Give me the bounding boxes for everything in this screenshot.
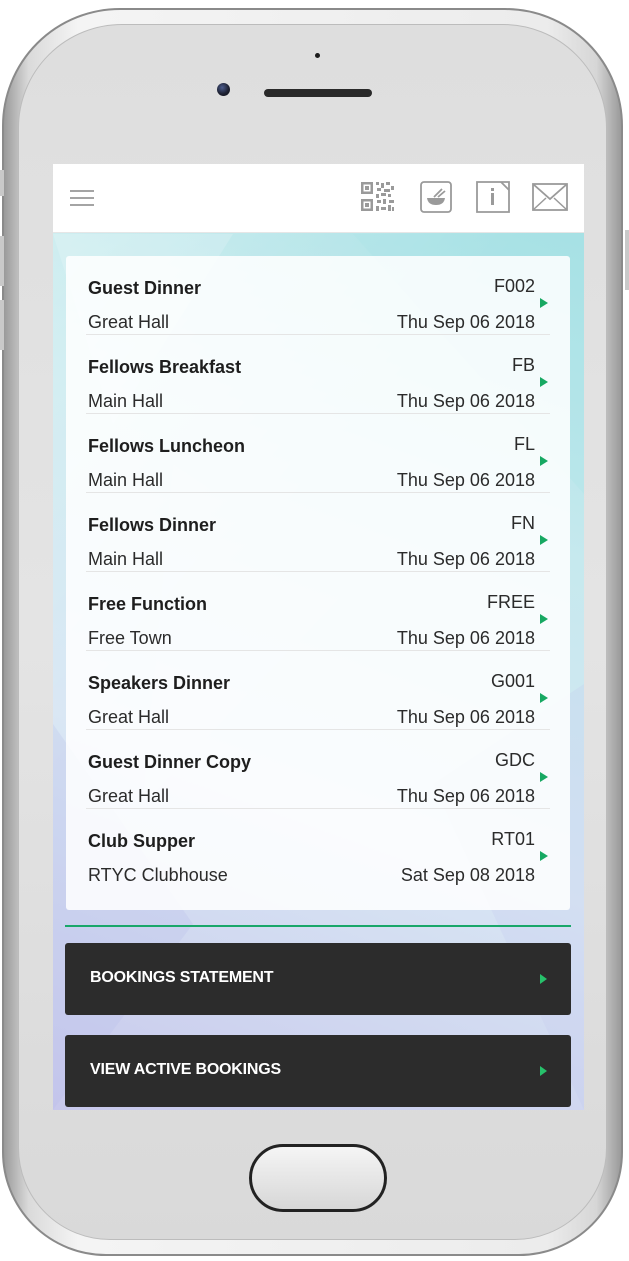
event-code: F002 [493, 276, 535, 296]
event-name: Club Supper [88, 831, 195, 851]
section-divider [65, 925, 571, 927]
qr-code-icon[interactable] [359, 180, 395, 214]
event-date: Thu Sep 06 2018 [396, 786, 535, 806]
phone-volume-down-button [0, 300, 4, 350]
event-name: Speakers Dinner [88, 673, 231, 693]
event-venue: Main Hall [88, 549, 164, 569]
event-name: Fellows Dinner [88, 515, 217, 535]
event-date: Sat Sep 08 2018 [400, 865, 535, 885]
chevron-right-icon [540, 851, 548, 861]
event-code: G001 [490, 671, 535, 691]
chevron-right-icon [540, 772, 548, 782]
event-code: FB [511, 355, 535, 375]
event-date: Thu Sep 06 2018 [396, 549, 535, 569]
event-name: Guest Dinner Copy [88, 752, 252, 772]
event-row-club-supper[interactable]: Club Supper RTYC Clubhouse RT01 Sat Sep … [66, 809, 570, 888]
phone-screen: Guest Dinner Great Hall F002 Thu Sep 06 … [53, 164, 584, 1110]
event-code: RT01 [491, 829, 535, 849]
hamburger-menu-icon[interactable] [70, 190, 94, 208]
proximity-sensor [315, 53, 320, 58]
mail-icon[interactable] [531, 180, 569, 214]
chevron-right-icon [540, 535, 548, 545]
event-venue: Great Hall [88, 786, 170, 806]
event-row-fellows-breakfast[interactable]: Fellows Breakfast Main Hall FB Thu Sep 0… [66, 335, 570, 414]
event-row-fellows-luncheon[interactable]: Fellows Luncheon Main Hall FL Thu Sep 06… [66, 414, 570, 493]
chevron-right-icon [540, 693, 548, 703]
event-venue: Free Town [88, 628, 172, 648]
chevron-right-icon [540, 974, 547, 984]
event-code: GDC [495, 750, 535, 770]
front-camera-icon [217, 83, 230, 96]
event-date: Thu Sep 06 2018 [396, 628, 535, 648]
view-active-bookings-button[interactable]: VIEW ACTIVE BOOKINGS [65, 1035, 571, 1107]
event-venue: Great Hall [88, 312, 170, 332]
phone-side-button [0, 170, 4, 196]
bookings-statement-label: BOOKINGS STATEMENT [90, 969, 274, 986]
earpiece-speaker [264, 89, 372, 97]
event-code: FREE [486, 592, 535, 612]
view-active-bookings-label: VIEW ACTIVE BOOKINGS [90, 1061, 281, 1078]
event-name: Fellows Luncheon [88, 436, 246, 456]
phone-volume-up-button [0, 236, 4, 286]
event-venue: Main Hall [88, 391, 164, 411]
event-venue: Main Hall [88, 470, 164, 490]
food-bowl-icon[interactable] [419, 180, 453, 214]
event-code: FN [511, 513, 535, 533]
event-name: Fellows Breakfast [88, 357, 242, 377]
chevron-right-icon [540, 377, 548, 387]
event-date: Thu Sep 06 2018 [396, 707, 535, 727]
bookings-statement-button[interactable]: BOOKINGS STATEMENT [65, 943, 571, 1015]
app-header [53, 164, 584, 233]
event-venue: RTYC Clubhouse [88, 865, 228, 885]
phone-power-button [625, 230, 629, 290]
event-date: Thu Sep 06 2018 [396, 391, 535, 411]
chevron-right-icon [540, 456, 548, 466]
chevron-right-icon [540, 614, 548, 624]
event-row-guest-dinner-copy[interactable]: Guest Dinner Copy Great Hall GDC Thu Sep… [66, 730, 570, 809]
chevron-right-icon [540, 298, 548, 308]
event-date: Thu Sep 06 2018 [396, 470, 535, 490]
event-row-speakers-dinner[interactable]: Speakers Dinner Great Hall G001 Thu Sep … [66, 651, 570, 730]
event-row-guest-dinner[interactable]: Guest Dinner Great Hall F002 Thu Sep 06 … [66, 256, 570, 335]
event-list: Guest Dinner Great Hall F002 Thu Sep 06 … [66, 256, 570, 910]
event-date: Thu Sep 06 2018 [396, 312, 535, 332]
event-name: Free Function [88, 594, 208, 614]
event-row-fellows-dinner[interactable]: Fellows Dinner Main Hall FN Thu Sep 06 2… [66, 493, 570, 572]
info-icon[interactable] [475, 180, 511, 214]
event-row-free-function[interactable]: Free Function Free Town FREE Thu Sep 06 … [66, 572, 570, 651]
home-button[interactable] [249, 1144, 387, 1212]
event-code: FL [513, 434, 535, 454]
event-name: Guest Dinner [88, 278, 202, 298]
chevron-right-icon [540, 1066, 547, 1076]
event-venue: Great Hall [88, 707, 170, 727]
